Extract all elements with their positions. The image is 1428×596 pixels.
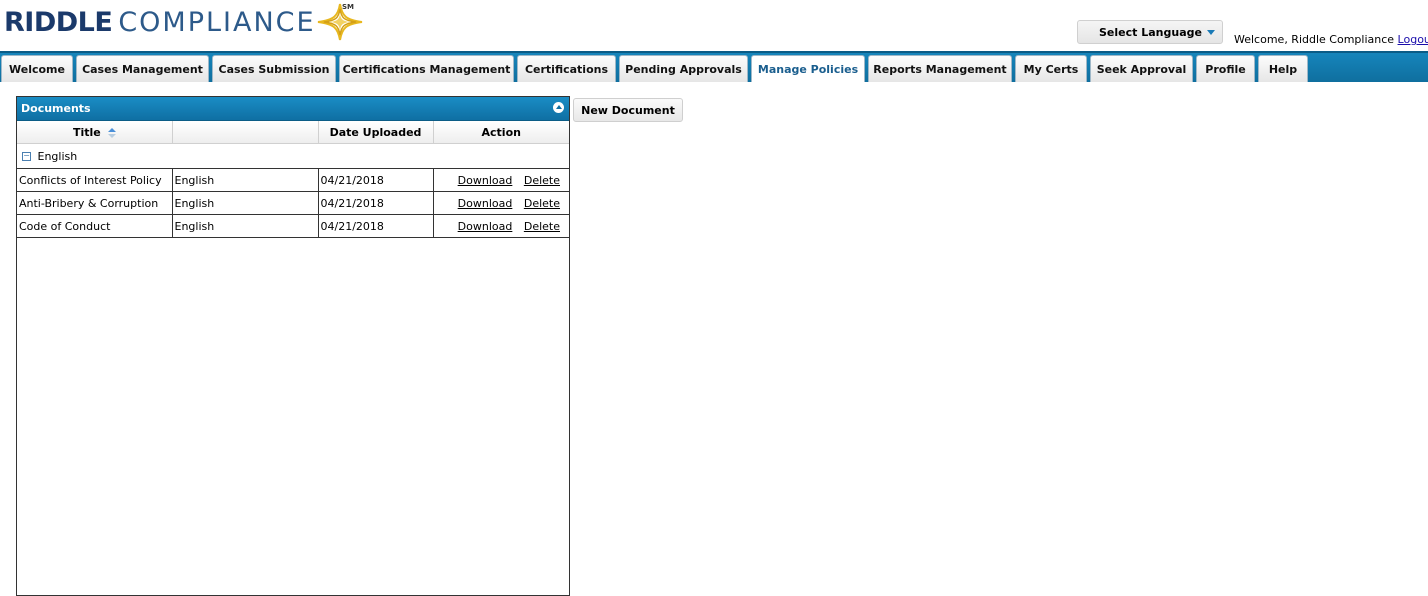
document-actions: Download Delete bbox=[433, 214, 569, 238]
document-date: 04/21/2018 bbox=[318, 168, 434, 192]
nav-tabs: Welcome Cases Management Cases Submissio… bbox=[1, 55, 1311, 82]
table-row: Code of Conduct English 04/21/2018 Downl… bbox=[17, 214, 569, 238]
documents-panel-header: Documents bbox=[17, 97, 569, 121]
column-header-language bbox=[172, 121, 319, 144]
delete-link[interactable]: Delete bbox=[524, 174, 560, 187]
documents-panel: Documents Title Date Uploaded Action − E… bbox=[16, 96, 570, 596]
document-date: 04/21/2018 bbox=[318, 214, 434, 238]
document-date: 04/21/2018 bbox=[318, 191, 434, 215]
sort-icon bbox=[107, 127, 116, 138]
document-title: Anti-Bribery & Corruption bbox=[17, 191, 173, 215]
welcome-text: Welcome, Riddle Compliance bbox=[1234, 33, 1395, 46]
tab-help[interactable]: Help bbox=[1258, 55, 1308, 82]
riddle-compliance-logo: RIDDLE COMPLIANCE bbox=[4, 2, 364, 42]
welcome-message: Welcome, Riddle Compliance Logout bbox=[1234, 33, 1428, 46]
logo-text-bold: RIDDLE bbox=[4, 6, 113, 38]
tab-manage-policies[interactable]: Manage Policies bbox=[751, 55, 865, 82]
delete-link[interactable]: Delete bbox=[524, 220, 560, 233]
chevron-down-icon bbox=[1207, 30, 1215, 35]
delete-link[interactable]: Delete bbox=[524, 197, 560, 210]
tab-welcome[interactable]: Welcome bbox=[1, 55, 73, 82]
star-logo-icon bbox=[317, 3, 362, 41]
select-language-dropdown[interactable]: Select Language bbox=[1077, 20, 1223, 44]
tab-pending-approvals[interactable]: Pending Approvals bbox=[619, 55, 748, 82]
group-row-english: − English bbox=[17, 143, 569, 169]
logo-text-light: COMPLIANCE bbox=[118, 6, 316, 38]
tab-seek-approval[interactable]: Seek Approval bbox=[1090, 55, 1193, 82]
tab-my-certs[interactable]: My Certs bbox=[1015, 55, 1087, 82]
document-language: English bbox=[172, 168, 319, 192]
group-label: English bbox=[37, 149, 78, 163]
document-actions: Download Delete bbox=[433, 168, 569, 192]
new-document-button[interactable]: New Document bbox=[573, 98, 683, 122]
tab-certifications[interactable]: Certifications bbox=[517, 55, 616, 82]
table-row: Anti-Bribery & Corruption English 04/21/… bbox=[17, 191, 569, 215]
tab-cases-management[interactable]: Cases Management bbox=[76, 55, 209, 82]
tab-reports-management[interactable]: Reports Management bbox=[868, 55, 1012, 82]
document-actions: Download Delete bbox=[433, 191, 569, 215]
document-language: English bbox=[172, 191, 319, 215]
column-header-date-uploaded[interactable]: Date Uploaded bbox=[318, 121, 434, 144]
logout-link[interactable]: Logout bbox=[1398, 33, 1428, 46]
column-header-action: Action bbox=[433, 121, 569, 144]
download-link[interactable]: Download bbox=[458, 197, 513, 210]
group-collapse-icon[interactable]: − bbox=[22, 152, 31, 161]
tab-profile[interactable]: Profile bbox=[1196, 55, 1255, 82]
tab-cases-submission[interactable]: Cases Submission bbox=[212, 55, 336, 82]
collapse-icon[interactable] bbox=[553, 102, 564, 113]
document-title: Code of Conduct bbox=[17, 214, 173, 238]
select-language-label: Select Language bbox=[1099, 25, 1202, 39]
document-language: English bbox=[172, 214, 319, 238]
documents-table: Title Date Uploaded Action − English Con… bbox=[17, 121, 569, 238]
service-mark: SM bbox=[342, 3, 355, 11]
column-header-title[interactable]: Title bbox=[17, 121, 173, 144]
table-row: Conflicts of Interest Policy English 04/… bbox=[17, 168, 569, 192]
download-link[interactable]: Download bbox=[458, 220, 513, 233]
download-link[interactable]: Download bbox=[458, 174, 513, 187]
documents-panel-title: Documents bbox=[21, 102, 91, 115]
tab-certifications-management[interactable]: Certifications Management bbox=[339, 55, 514, 82]
document-title: Conflicts of Interest Policy bbox=[17, 168, 173, 192]
